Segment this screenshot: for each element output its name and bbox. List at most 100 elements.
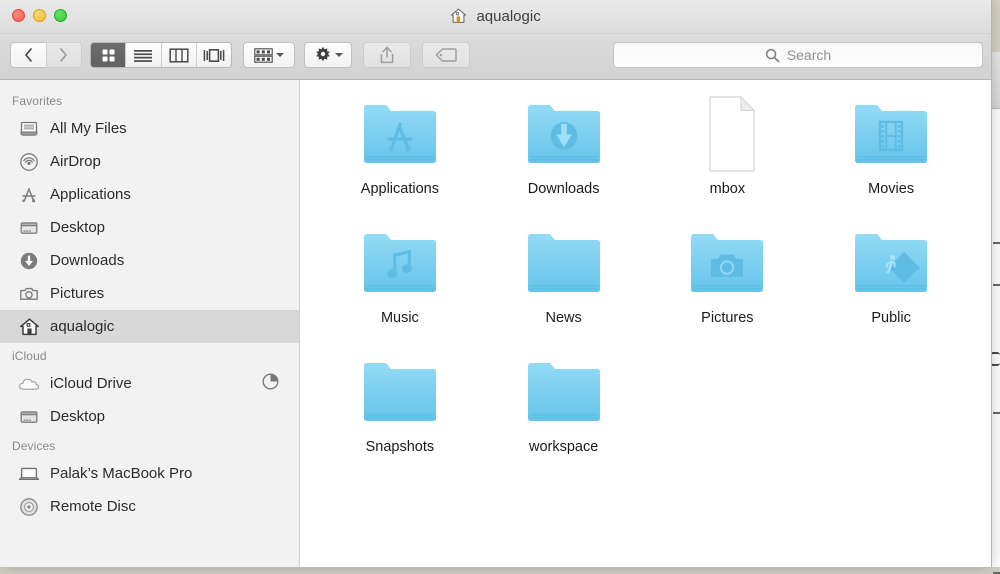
applications-icon xyxy=(18,185,40,205)
grid-icon xyxy=(100,47,117,64)
share-icon xyxy=(379,46,395,64)
laptop-icon xyxy=(18,466,40,482)
file-browser-content[interactable]: Applications xyxy=(300,80,991,567)
folder-icon xyxy=(522,219,606,307)
file-item-label: mbox xyxy=(710,181,745,197)
sidebar-item-label: All My Files xyxy=(50,120,127,137)
search-input[interactable]: Search xyxy=(613,42,983,68)
list-view-button[interactable] xyxy=(126,43,161,67)
sidebar-item-icloud-desktop[interactable]: Desktop xyxy=(0,400,299,433)
search-placeholder-text: Search xyxy=(787,47,831,63)
file-item-snapshots[interactable]: Snapshots xyxy=(318,348,482,455)
forward-button[interactable] xyxy=(46,42,83,68)
arrange-button[interactable] xyxy=(243,42,295,68)
sidebar-item-downloads[interactable]: Downloads xyxy=(0,244,299,277)
file-item-label: News xyxy=(545,310,581,326)
tag-button[interactable] xyxy=(422,42,470,68)
back-button[interactable] xyxy=(10,42,46,68)
sidebar-item-remote-disc[interactable]: Remote Disc xyxy=(0,490,299,523)
sidebar-item-label: Desktop xyxy=(50,219,105,236)
file-item-mbox[interactable]: mbox xyxy=(646,90,810,197)
sidebar-item-label: Pictures xyxy=(50,285,104,302)
sidebar-item-label: Applications xyxy=(50,186,131,203)
file-item-workspace[interactable]: workspace xyxy=(482,348,646,455)
icon-view-button[interactable] xyxy=(91,43,126,67)
gear-icon xyxy=(314,46,332,64)
blank-document-icon xyxy=(710,97,754,171)
folder-icon xyxy=(358,219,442,307)
view-mode-segmented-control[interactable] xyxy=(90,42,232,68)
file-item-public[interactable]: Public xyxy=(809,219,973,326)
search-icon xyxy=(765,48,780,63)
column-view-button[interactable] xyxy=(162,43,197,67)
sidebar-item-label: Remote Disc xyxy=(50,498,136,515)
file-item-label: Pictures xyxy=(701,310,753,326)
sidebar[interactable]: Favorites All My Files xyxy=(0,80,300,567)
folder-icon xyxy=(358,90,442,178)
all-my-files-icon xyxy=(18,119,40,139)
file-item-music[interactable]: Music xyxy=(318,219,482,326)
action-menu-button[interactable] xyxy=(304,42,352,68)
file-item-downloads[interactable]: Downloads xyxy=(482,90,646,197)
file-item-news[interactable]: News xyxy=(482,219,646,326)
sidebar-section-header-icloud: iCloud xyxy=(0,343,299,367)
file-item-applications[interactable]: Applications xyxy=(318,90,482,197)
chevron-left-icon xyxy=(24,48,33,62)
file-item-label: Snapshots xyxy=(366,439,435,455)
share-button[interactable] xyxy=(363,42,411,68)
file-item-label: Downloads xyxy=(528,181,600,197)
desktop-icon xyxy=(18,407,40,427)
folder-icon xyxy=(358,348,442,436)
home-icon xyxy=(450,8,467,29)
background-window-line xyxy=(993,242,1000,244)
background-window-line xyxy=(993,412,1000,414)
sidebar-item-label: aqualogic xyxy=(50,318,114,335)
finder-toolbar[interactable]: Search xyxy=(0,34,991,80)
coverflow-view-button[interactable] xyxy=(197,43,231,67)
tag-icon xyxy=(435,48,457,62)
navigation-buttons[interactable] xyxy=(10,42,82,68)
home-icon xyxy=(18,317,40,337)
sidebar-item-pictures[interactable]: Pictures xyxy=(0,277,299,310)
file-item-movies[interactable]: Movies xyxy=(809,90,973,197)
progress-pie-icon xyxy=(262,373,279,395)
sidebar-item-applications[interactable]: Applications xyxy=(0,178,299,211)
airdrop-icon xyxy=(18,152,40,172)
cloud-icon xyxy=(18,376,40,392)
sidebar-item-icloud-drive[interactable]: iCloud Drive xyxy=(0,367,299,400)
folder-icon xyxy=(522,90,606,178)
file-item-label: Public xyxy=(871,310,911,326)
sidebar-item-airdrop[interactable]: AirDrop xyxy=(0,145,299,178)
download-arrow-icon xyxy=(550,122,577,150)
icon-grid: Applications xyxy=(300,80,991,455)
sidebar-item-label: Downloads xyxy=(50,252,124,269)
sidebar-item-label: AirDrop xyxy=(50,153,101,170)
sidebar-item-all-my-files[interactable]: All My Files xyxy=(0,112,299,145)
chevron-down-icon xyxy=(276,53,284,57)
sidebar-item-aqualogic[interactable]: aqualogic xyxy=(0,310,299,343)
finder-window[interactable]: aqualogic xyxy=(0,0,992,567)
document-icon xyxy=(685,90,769,178)
window-body: Favorites All My Files xyxy=(0,80,991,567)
file-item-pictures[interactable]: Pictures xyxy=(646,219,810,326)
folder-icon xyxy=(685,219,769,307)
columns-icon xyxy=(169,48,189,63)
arrange-grid-icon xyxy=(254,48,273,63)
window-title-text: aqualogic xyxy=(476,8,540,25)
sidebar-section-header-devices: Devices xyxy=(0,433,299,457)
folder-icon xyxy=(849,90,933,178)
file-item-label: Movies xyxy=(868,181,914,197)
folder-icon xyxy=(522,348,606,436)
folder-icon xyxy=(849,219,933,307)
file-item-label: Music xyxy=(381,310,419,326)
chevron-right-icon xyxy=(59,48,68,62)
chevron-down-icon xyxy=(335,53,343,57)
sidebar-item-macbook-pro[interactable]: Palak’s MacBook Pro xyxy=(0,457,299,490)
window-titlebar[interactable]: aqualogic xyxy=(0,0,991,34)
sidebar-item-desktop[interactable]: Desktop xyxy=(0,211,299,244)
file-item-label: workspace xyxy=(529,439,598,455)
desktop-background: aqualogic xyxy=(0,0,1000,567)
list-icon xyxy=(133,48,153,63)
sidebar-item-label: iCloud Drive xyxy=(50,375,132,392)
sidebar-item-label: Desktop xyxy=(50,408,105,425)
